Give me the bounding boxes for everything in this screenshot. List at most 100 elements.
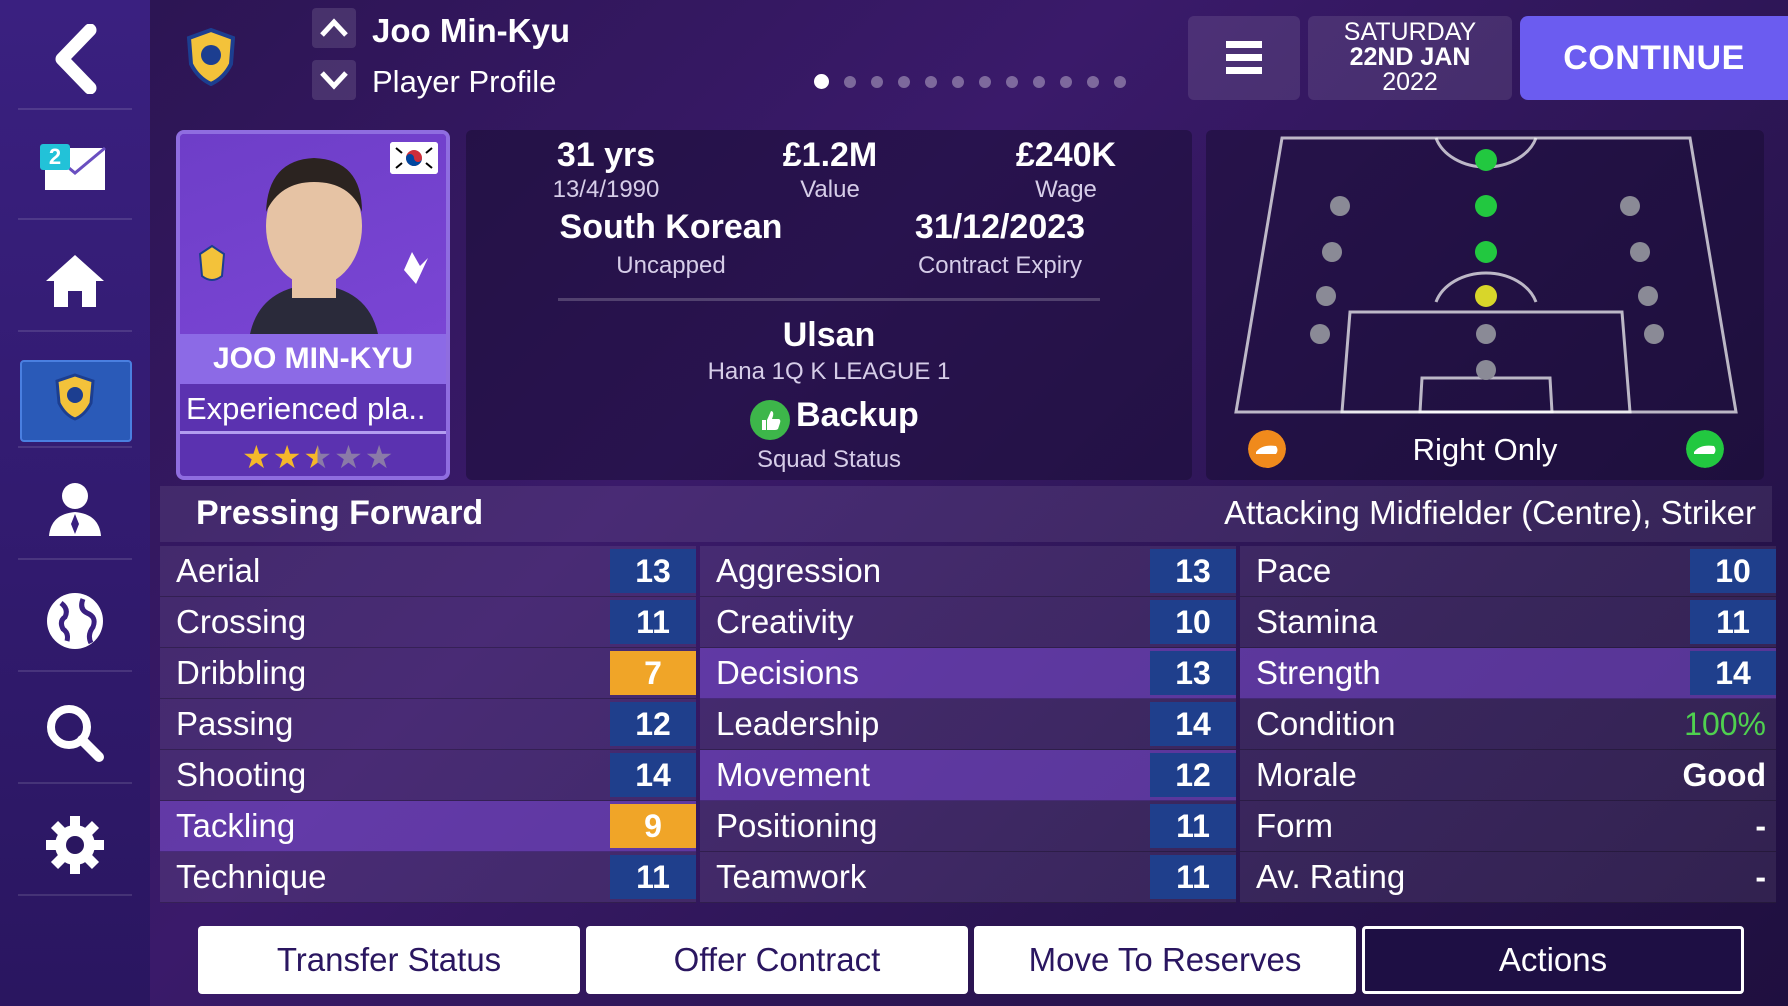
attribute-value: 100% — [1684, 705, 1766, 742]
page-dot[interactable] — [925, 75, 937, 88]
sidebar-item-inbox[interactable]: 2 — [18, 120, 132, 220]
attribute-value: 11 — [610, 600, 696, 644]
page-dot[interactable] — [1087, 75, 1099, 88]
attribute-row[interactable]: Aerial 13 — [160, 546, 696, 597]
player-wage: £240K — [1015, 136, 1117, 174]
previous-player-button[interactable] — [312, 8, 356, 48]
attribute-row[interactable]: Pace 10 — [1240, 546, 1776, 597]
attribute-row[interactable]: Passing 12 — [160, 699, 696, 750]
attribute-label: Dribbling — [176, 654, 307, 691]
actions-button[interactable]: Actions — [1362, 926, 1744, 994]
next-player-button[interactable] — [312, 60, 356, 100]
sidebar-item-staff[interactable] — [18, 460, 132, 560]
date-display: SATURDAY 22ND JAN 2022 — [1308, 16, 1512, 100]
attribute-value: Good — [1682, 756, 1766, 793]
transfer-status-button[interactable]: Transfer Status — [198, 926, 580, 994]
player-card[interactable]: JOO MIN-KYU Experienced pla.. ★ ★ ★ ★ ★ — [176, 130, 450, 480]
page-dot[interactable] — [814, 74, 829, 89]
sidebar-item-club[interactable] — [18, 348, 132, 448]
page-dot[interactable] — [1114, 75, 1126, 88]
sidebar-item-home[interactable] — [18, 232, 132, 332]
physical-attributes: Pace 10 Stamina 11 Strength 14 Condition 100% Mo… — [1240, 546, 1776, 903]
squad-status[interactable]: Backup — [796, 396, 956, 435]
continue-button[interactable]: CONTINUE — [1520, 16, 1788, 100]
player-positions: Attacking Midfielder (Centre), Striker — [1224, 494, 1756, 531]
attribute-value: 11 — [1690, 600, 1776, 644]
attribute-row[interactable]: Dribbling 7 — [160, 648, 696, 699]
search-icon — [47, 705, 104, 762]
attribute-row[interactable]: Shooting 14 — [160, 750, 696, 801]
squad-status-label: Squad Status — [756, 446, 902, 473]
attribute-row[interactable]: Morale Good — [1240, 750, 1776, 801]
attribute-label: Shooting — [176, 756, 307, 793]
attribute-row[interactable]: Crossing 11 — [160, 597, 696, 648]
attribute-value: 10 — [1690, 549, 1776, 593]
right-foot-icon — [1686, 430, 1724, 468]
menu-button[interactable] — [1188, 16, 1300, 100]
attribute-value: 10 — [1150, 600, 1236, 644]
attribute-row[interactable]: Form - — [1240, 801, 1776, 852]
attribute-row[interactable]: Creativity 10 — [700, 597, 1236, 648]
sidebar-item-search[interactable] — [18, 684, 132, 784]
page-dot[interactable] — [952, 75, 964, 88]
header-subtitle: Player Profile — [372, 64, 557, 99]
attribute-value: - — [1755, 807, 1766, 844]
player-nationality: South Korean — [559, 208, 783, 246]
attribute-value: 13 — [1150, 651, 1236, 695]
page-dot[interactable] — [844, 75, 856, 88]
hamburger-menu-icon — [1226, 41, 1262, 74]
date-weekday: SATURDAY — [1343, 18, 1477, 46]
attribute-row[interactable]: Stamina 11 — [1240, 597, 1776, 648]
attribute-row[interactable]: Strength 14 — [1240, 648, 1776, 699]
attribute-value: 12 — [610, 702, 696, 746]
attribute-label: Pace — [1256, 552, 1332, 589]
role-bar[interactable]: Pressing Forward Attacking Midfielder (C… — [160, 486, 1772, 542]
chevron-down-icon — [320, 71, 348, 90]
sidebar-item-world[interactable] — [18, 572, 132, 672]
card-player-name: JOO MIN-KYU — [180, 334, 446, 384]
league-name[interactable]: Hana 1Q K LEAGUE 1 — [466, 358, 1192, 386]
attribute-row[interactable]: Technique 11 — [160, 852, 696, 903]
attribute-row[interactable]: Movement 12 — [700, 750, 1236, 801]
attribute-row[interactable]: Condition 100% — [1240, 699, 1776, 750]
technical-attributes: Aerial 13 Crossing 11 Dribbling 7 Passing 12 Sho… — [160, 546, 696, 903]
attribute-value: 13 — [610, 549, 696, 593]
page-dot[interactable] — [1006, 75, 1018, 88]
attribute-row[interactable]: Teamwork 11 — [700, 852, 1236, 903]
page-dot[interactable] — [979, 75, 991, 88]
card-player-description: Experienced pla.. — [180, 386, 446, 434]
move-to-reserves-button[interactable]: Move To Reserves — [974, 926, 1356, 994]
attribute-row[interactable]: Positioning 11 — [700, 801, 1236, 852]
attribute-value: 11 — [1150, 855, 1236, 899]
date-day-month: 22ND JAN — [1349, 43, 1471, 71]
player-dob: 13/4/1990 — [552, 176, 660, 203]
attribute-label: Condition — [1256, 705, 1396, 742]
attribute-row[interactable]: Aggression 13 — [700, 546, 1236, 597]
back-arrow-icon — [55, 24, 97, 94]
attribute-label: Technique — [176, 858, 327, 895]
attribute-row[interactable]: Decisions 13 — [700, 648, 1236, 699]
attribute-row[interactable]: Leadership 14 — [700, 699, 1236, 750]
contract-expiry-label: Contract Expiry — [917, 252, 1083, 279]
info-divider — [558, 298, 1100, 301]
attribute-row[interactable]: Tackling 9 — [160, 801, 696, 852]
star-icon: ★ — [242, 439, 271, 475]
home-icon — [46, 255, 104, 307]
position-pitch-panel[interactable]: Right Only — [1206, 130, 1764, 480]
page-dot[interactable] — [1033, 75, 1045, 88]
offer-contract-button[interactable]: Offer Contract — [586, 926, 968, 994]
preferred-foot-label: Right Only — [1412, 432, 1558, 467]
value-label: Value — [800, 176, 860, 203]
club-name[interactable]: Ulsan — [466, 316, 1192, 355]
attribute-label: Morale — [1256, 756, 1357, 793]
attribute-value: 12 — [1150, 753, 1236, 797]
back-button[interactable] — [18, 10, 132, 110]
page-dot[interactable] — [1060, 75, 1072, 88]
page-indicator[interactable] — [814, 74, 1126, 89]
sidebar-item-settings[interactable] — [18, 796, 132, 896]
attribute-row[interactable]: Av. Rating - — [1240, 852, 1776, 903]
page-dot[interactable] — [898, 75, 910, 88]
star-icon: ★ — [272, 439, 302, 475]
page-dot[interactable] — [871, 75, 883, 88]
wage-label: Wage — [1035, 176, 1097, 203]
